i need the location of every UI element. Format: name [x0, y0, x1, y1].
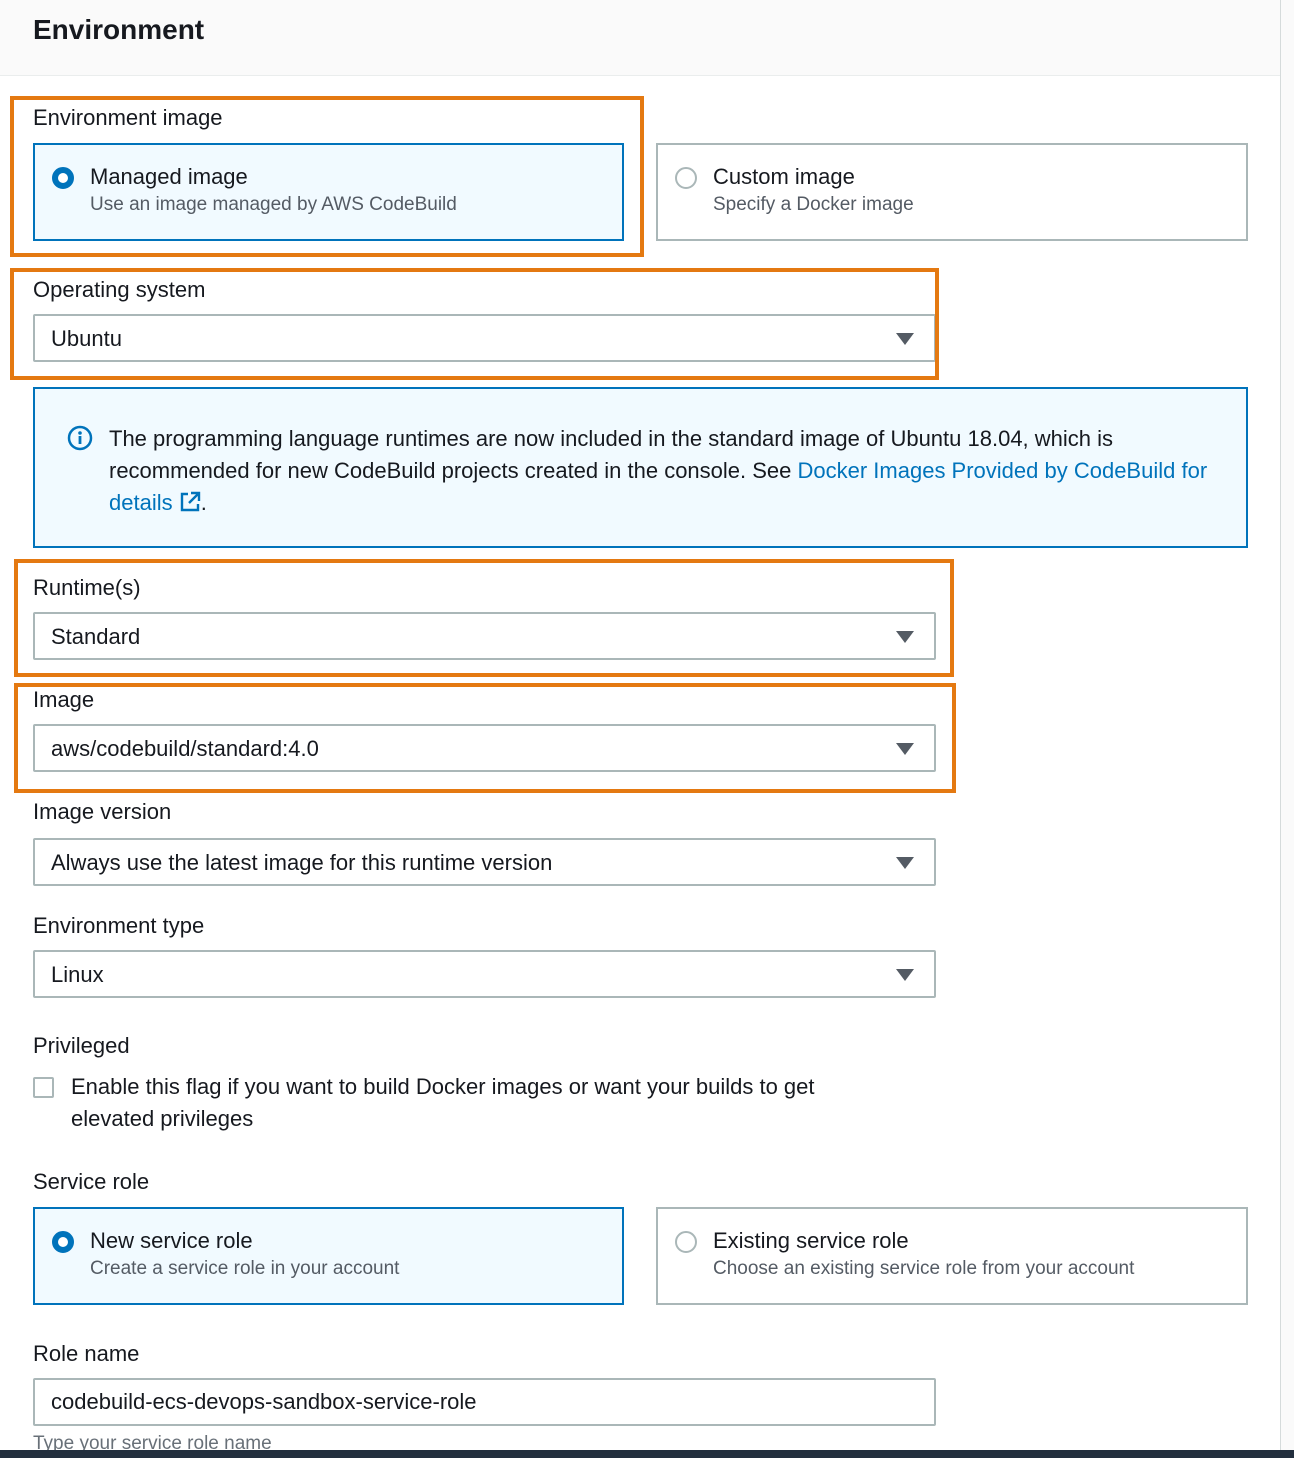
- radio-unselected-icon[interactable]: [675, 1231, 697, 1253]
- section-title: Environment: [33, 14, 205, 45]
- new-service-role-option[interactable]: New service role Create a service role i…: [33, 1207, 624, 1305]
- external-link-icon[interactable]: [179, 491, 201, 513]
- environment-type-value: Linux: [51, 962, 104, 987]
- managed-image-title: Managed image: [90, 164, 248, 189]
- service-role-label: Service role: [33, 1169, 150, 1194]
- custom-image-title: Custom image: [713, 164, 855, 189]
- existing-service-role-title: Existing service role: [713, 1228, 909, 1253]
- new-service-role-title: New service role: [90, 1228, 253, 1253]
- scrollbar-track[interactable]: [1280, 0, 1294, 1458]
- environment-type-label: Environment type: [33, 913, 205, 938]
- caret-down-icon: [896, 969, 914, 981]
- image-version-select[interactable]: Always use the latest image for this run…: [33, 838, 936, 886]
- managed-image-option[interactable]: Managed image Use an image managed by AW…: [33, 143, 624, 241]
- new-service-role-description: Create a service role in your account: [90, 1258, 400, 1279]
- custom-image-option[interactable]: Custom image Specify a Docker image: [656, 143, 1248, 241]
- caret-down-icon: [896, 857, 914, 869]
- environment-image-label: Environment image: [33, 105, 223, 130]
- radio-selected-icon[interactable]: [52, 167, 74, 189]
- image-label: Image: [33, 687, 95, 712]
- image-select[interactable]: aws/codebuild/standard:4.0: [33, 724, 936, 772]
- environment-type-select[interactable]: Linux: [33, 950, 936, 998]
- info-icon: [67, 425, 93, 451]
- role-name-label: Role name: [33, 1341, 140, 1366]
- bottom-bar: [0, 1450, 1294, 1458]
- existing-service-role-description: Choose an existing service role from you…: [713, 1258, 1135, 1279]
- info-alert-text: The programming language runtimes are no…: [109, 423, 1219, 519]
- runtimes-label: Runtime(s): [33, 575, 141, 600]
- image-value: aws/codebuild/standard:4.0: [51, 736, 319, 761]
- operating-system-select[interactable]: Ubuntu: [33, 314, 936, 362]
- caret-down-icon: [896, 333, 914, 345]
- privileged-checkbox[interactable]: [33, 1077, 54, 1098]
- managed-image-description: Use an image managed by AWS CodeBuild: [90, 194, 457, 215]
- info-alert-trailing: .: [200, 490, 207, 515]
- caret-down-icon: [896, 743, 914, 755]
- operating-system-value: Ubuntu: [51, 326, 122, 351]
- existing-service-role-option[interactable]: Existing service role Choose an existing…: [656, 1207, 1248, 1305]
- privileged-checkbox-label[interactable]: Enable this flag if you want to build Do…: [71, 1071, 901, 1135]
- privileged-label: Privileged: [33, 1033, 130, 1058]
- info-alert: The programming language runtimes are no…: [33, 387, 1248, 548]
- custom-image-description: Specify a Docker image: [713, 194, 914, 215]
- section-header: Environment: [0, 0, 1280, 76]
- radio-unselected-icon[interactable]: [675, 167, 697, 189]
- runtimes-select[interactable]: Standard: [33, 612, 936, 660]
- image-version-label: Image version: [33, 799, 172, 824]
- radio-selected-icon[interactable]: [52, 1231, 74, 1253]
- image-version-value: Always use the latest image for this run…: [51, 850, 553, 875]
- caret-down-icon: [896, 631, 914, 643]
- operating-system-label: Operating system: [33, 277, 206, 302]
- runtimes-value: Standard: [51, 624, 141, 649]
- role-name-input[interactable]: [33, 1378, 936, 1426]
